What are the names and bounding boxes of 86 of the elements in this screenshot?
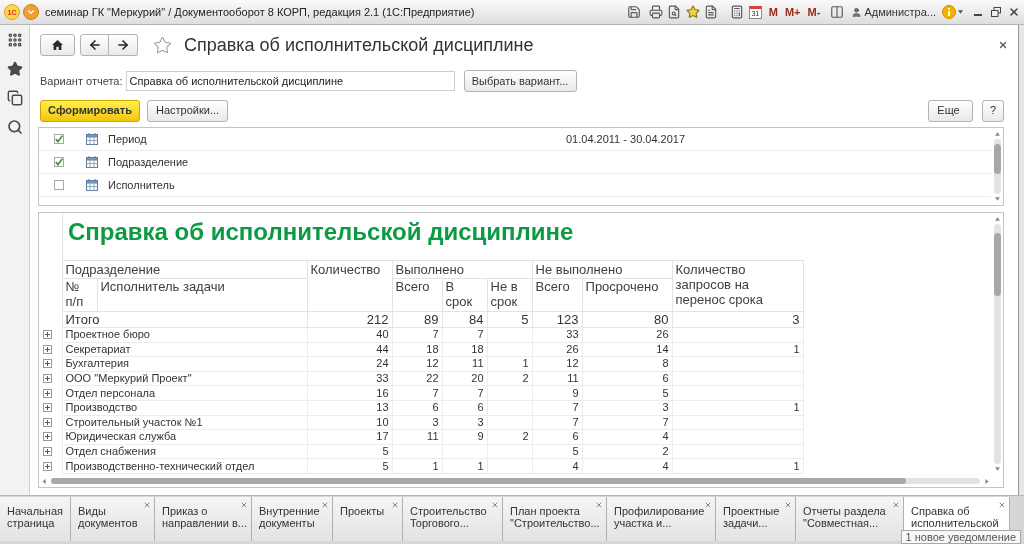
table-cell: 1: [442, 458, 487, 474]
table-cell: 14: [582, 342, 673, 357]
table-cell: 33: [532, 327, 583, 343]
table-cell: 13: [307, 400, 392, 416]
table-cell: 7: [392, 327, 442, 343]
table-cell: 1: [672, 458, 804, 474]
total-cell: 212: [307, 311, 392, 328]
table-cell: 7: [532, 415, 583, 430]
table-cell: 22: [392, 371, 442, 386]
table-cell: 6: [582, 371, 673, 386]
table-cell: 3: [442, 415, 487, 430]
table-cell: 18: [392, 342, 442, 357]
column-header: В срок: [442, 278, 487, 312]
table-cell: 4: [532, 458, 583, 474]
column-header: Подразделение: [62, 260, 307, 279]
table-cell: 1: [392, 458, 442, 474]
table-cell: 9: [442, 429, 487, 445]
table-cell: 5: [582, 385, 673, 401]
table-cell: 9: [532, 385, 583, 401]
column-header: Количество запросов на перенос срока: [672, 260, 804, 312]
table-cell: 17: [307, 429, 392, 445]
table-cell: 12: [532, 356, 583, 372]
table-cell: 33: [307, 371, 392, 386]
table-cell: 8: [582, 356, 673, 372]
window-title: семинар ГК "Меркурий" / Документооборот 8 КОРП, редакция 2.1 (1С:Предприятие): [45, 4, 475, 20]
table-cell: 4: [582, 458, 673, 474]
table-cell: 24: [307, 356, 392, 372]
table-cell: 6: [392, 400, 442, 416]
table-cell: 6: [532, 429, 583, 445]
department-cell: Производственно-технический отдел: [62, 458, 307, 474]
report-title: Справка об исполнительской дисциплине: [68, 218, 575, 246]
table-cell: 6: [442, 400, 487, 416]
total-label: Итого: [62, 311, 307, 328]
department-cell: Проектное бюро: [62, 327, 307, 343]
table-cell: 2: [582, 444, 673, 459]
table-cell: 40: [307, 327, 392, 343]
table-cell: 3: [392, 415, 442, 430]
table-cell: 10: [307, 415, 392, 430]
column-header: Количество: [307, 260, 392, 312]
table-cell: 2: [487, 371, 533, 386]
table-cell: 11: [442, 356, 487, 372]
column-header: Выполнено: [392, 260, 533, 279]
department-cell: Юридическая служба: [62, 429, 307, 445]
department-cell: Отдел снабжения: [62, 444, 307, 459]
column-header: Всего: [532, 278, 583, 312]
column-header: Всего: [392, 278, 442, 312]
total-cell: 123: [532, 311, 583, 328]
table-cell: 7: [532, 400, 583, 416]
total-cell: 89: [392, 311, 442, 328]
department-cell: Отдел персонала: [62, 385, 307, 401]
table-cell: 16: [307, 385, 392, 401]
table-cell: 7: [392, 385, 442, 401]
table-cell: 7: [442, 385, 487, 401]
table-cell: 44: [307, 342, 392, 357]
table-cell: 26: [532, 342, 583, 357]
variant-label: Вариант отчета:: [40, 73, 123, 89]
table-cell: 7: [582, 415, 673, 430]
table-cell: 3: [582, 400, 673, 416]
total-cell: 80: [582, 311, 673, 328]
column-header: Не в срок: [487, 278, 533, 312]
table-cell: 7: [442, 327, 487, 343]
column-header: Не выполнено: [532, 260, 673, 279]
table-cell: 1: [672, 342, 804, 357]
table-cell: 1: [487, 356, 533, 372]
column-header: № п/п: [62, 278, 97, 312]
department-cell: Производство: [62, 400, 307, 416]
form-title: Справка об исполнительской дисциплине: [184, 34, 534, 56]
table-cell: 20: [442, 371, 487, 386]
total-cell: 5: [487, 311, 533, 328]
table-cell: 1: [672, 400, 804, 416]
table-cell: 2: [487, 429, 533, 445]
total-cell: 3: [672, 311, 804, 328]
total-cell: 84: [442, 311, 487, 328]
department-cell: Секретариат: [62, 342, 307, 357]
department-cell: Строительный участок №1: [62, 415, 307, 430]
table-cell: 11: [392, 429, 442, 445]
table-cell: 11: [532, 371, 583, 386]
table-cell: 18: [442, 342, 487, 357]
table-cell: 12: [392, 356, 442, 372]
table-cell: 5: [532, 444, 583, 459]
department-cell: ООО "Меркурий Проект": [62, 371, 307, 386]
table-cell: 4: [582, 429, 673, 445]
department-cell: Бухгалтерия: [62, 356, 307, 372]
table-cell: 5: [307, 444, 392, 459]
table-cell: 26: [582, 327, 673, 343]
table-cell: 5: [307, 458, 392, 474]
